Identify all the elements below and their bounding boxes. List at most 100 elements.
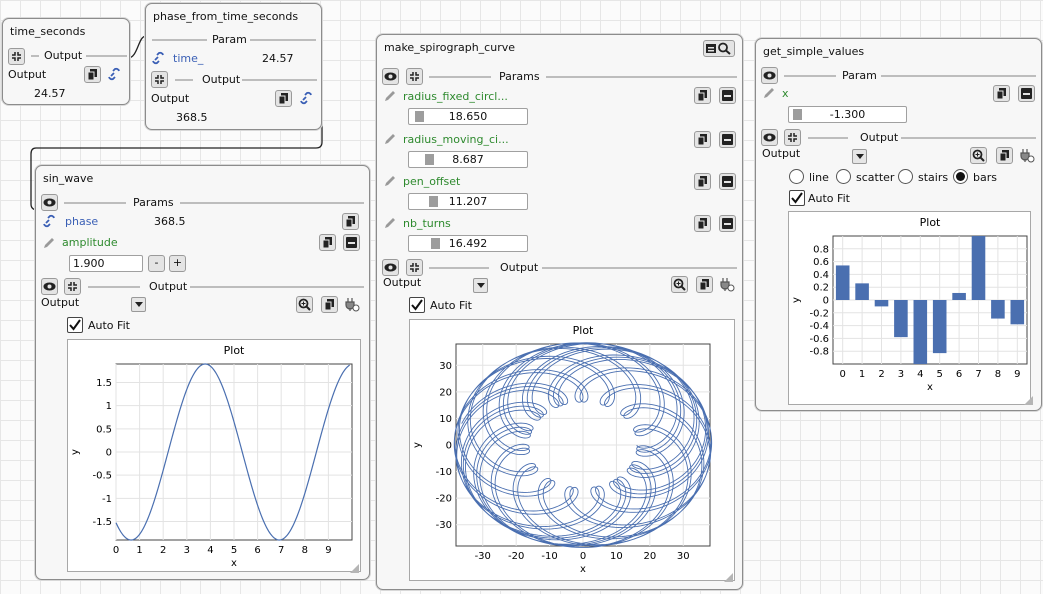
remove-button[interactable] bbox=[343, 234, 360, 251]
param-slider[interactable]: 16.492 bbox=[408, 235, 528, 252]
collapse-button[interactable] bbox=[784, 129, 801, 146]
output-dropdown[interactable] bbox=[131, 297, 146, 312]
eye-icon bbox=[384, 72, 397, 81]
node-phase-from-time-seconds[interactable]: phase_from_time_seconds Param time_ 24.5… bbox=[145, 3, 322, 130]
param-separator: Param bbox=[152, 33, 316, 46]
collapse-button[interactable] bbox=[8, 48, 25, 65]
output-label: Output bbox=[151, 92, 190, 105]
param-slider[interactable]: 11.207 bbox=[408, 193, 528, 210]
plot-area[interactable]: Plot -30 -20 -10 0 10 20 30 30 20 10 0 -10 -20 -30 x y bbox=[409, 319, 735, 581]
eye-button[interactable] bbox=[761, 67, 778, 84]
decrement-button[interactable]: - bbox=[148, 255, 165, 272]
plug-icon[interactable] bbox=[344, 297, 360, 312]
eye-button[interactable] bbox=[382, 259, 399, 276]
plug-icon[interactable] bbox=[1019, 148, 1035, 163]
link-icon[interactable] bbox=[107, 67, 123, 81]
autofit-checkbox[interactable] bbox=[67, 317, 83, 333]
resize-handle[interactable] bbox=[1024, 396, 1033, 405]
remove-button[interactable] bbox=[719, 215, 736, 232]
zoom-button[interactable] bbox=[970, 147, 987, 164]
zoom-button[interactable] bbox=[296, 296, 313, 313]
zoom-icon bbox=[972, 149, 985, 162]
pencil-icon[interactable] bbox=[383, 174, 397, 188]
copy-button[interactable] bbox=[694, 131, 711, 148]
eye-button[interactable] bbox=[41, 194, 58, 211]
remove-button[interactable] bbox=[719, 173, 736, 190]
pencil-icon[interactable] bbox=[42, 236, 56, 250]
param-slider[interactable]: -1.300 bbox=[788, 106, 907, 123]
node-title: get_simple_values bbox=[763, 45, 865, 58]
copy-button[interactable] bbox=[84, 66, 101, 83]
plot-title: Plot bbox=[573, 324, 594, 337]
y-tick-label: 0 bbox=[106, 448, 112, 459]
collapse-button[interactable] bbox=[406, 68, 423, 85]
zoom-button[interactable] bbox=[671, 276, 688, 293]
style-radio-stairs[interactable] bbox=[898, 169, 913, 184]
copy-button[interactable] bbox=[319, 234, 336, 251]
increment-button[interactable]: + bbox=[169, 255, 186, 272]
bar bbox=[971, 236, 986, 300]
node-make-spirograph-curve[interactable]: make_spirograph_curve Params radius_fixe… bbox=[376, 34, 743, 590]
eye-button[interactable] bbox=[382, 68, 399, 85]
plot-area[interactable]: Plot 0 1 2 3 4 5 6 7 8 9 0.8 0.6 0.4 0.2 0 -0.2 -0.4 -0.6-… bbox=[788, 211, 1031, 405]
node-get-simple-values[interactable]: get_simple_values Param x -1.300 Output … bbox=[755, 38, 1042, 411]
x-tick-label: -10 bbox=[541, 551, 557, 562]
copy-button[interactable] bbox=[275, 90, 292, 107]
style-radio-scatter[interactable] bbox=[836, 169, 851, 184]
plot-area[interactable]: Plot 0 1 2 3 4 5 6 7 8 9 1.5 1 0.5 0 -0.5 -1 -1.5 x y bbox=[67, 339, 361, 572]
link-icon[interactable] bbox=[151, 51, 167, 65]
autofit-checkbox[interactable] bbox=[789, 190, 805, 206]
y-tick-label: -0.6 bbox=[809, 334, 829, 345]
output-dropdown[interactable] bbox=[473, 278, 488, 293]
node-sin-wave[interactable]: sin_wave Params phase 368.5 amplitude 1.… bbox=[35, 165, 370, 580]
x-tick-label: 3 bbox=[184, 545, 190, 556]
collapse-button[interactable] bbox=[406, 259, 423, 276]
x-tick-label: -30 bbox=[475, 551, 491, 562]
copy-button[interactable] bbox=[342, 213, 359, 230]
link-icon[interactable] bbox=[299, 91, 315, 105]
pencil-icon[interactable] bbox=[762, 86, 776, 100]
eye-button[interactable] bbox=[761, 129, 778, 146]
copy-icon bbox=[697, 218, 707, 230]
pencil-icon[interactable] bbox=[383, 216, 397, 230]
bar bbox=[835, 265, 850, 300]
style-radio-bars[interactable] bbox=[953, 169, 968, 184]
copy-button[interactable] bbox=[321, 296, 338, 313]
remove-button[interactable] bbox=[1018, 85, 1035, 102]
y-tick-label: 0 bbox=[823, 296, 829, 307]
style-radio-line[interactable] bbox=[789, 169, 804, 184]
resize-handle[interactable] bbox=[724, 573, 733, 582]
amplitude-input[interactable]: 1.900 bbox=[69, 255, 143, 272]
plug-icon[interactable] bbox=[719, 277, 735, 292]
zoom-toggle-button[interactable] bbox=[703, 40, 735, 57]
collapse-button[interactable] bbox=[151, 71, 168, 88]
copy-button[interactable] bbox=[694, 215, 711, 232]
output-dropdown[interactable] bbox=[852, 149, 867, 164]
remove-button[interactable] bbox=[719, 131, 736, 148]
collapse-button[interactable] bbox=[64, 278, 81, 295]
bar-plot[interactable]: Plot0 1 2 3 4 5 6 7 8 90.80.60.40.20-0.2-0.4-0.6-… bbox=[789, 212, 1030, 404]
spirograph-plot[interactable]: Plot -30 -20 -10 0 10 20 30 30 20 10 0 -10 -20 -30 x y bbox=[410, 320, 734, 580]
copy-button[interactable] bbox=[694, 173, 711, 190]
copy-button[interactable] bbox=[996, 147, 1013, 164]
x-tick-label: 10 bbox=[610, 551, 623, 562]
pencil-icon[interactable] bbox=[383, 132, 397, 146]
copy-button[interactable] bbox=[696, 276, 713, 293]
param-slider[interactable]: 8.687 bbox=[408, 151, 528, 168]
node-time-seconds[interactable]: time_seconds Output Output 24.57 bbox=[2, 18, 130, 105]
copy-icon bbox=[324, 299, 334, 311]
copy-button[interactable] bbox=[694, 87, 711, 104]
pencil-icon[interactable] bbox=[383, 89, 397, 103]
remove-button[interactable] bbox=[719, 87, 736, 104]
eye-button[interactable] bbox=[41, 278, 58, 295]
copy-button[interactable] bbox=[993, 85, 1010, 102]
resize-handle[interactable] bbox=[350, 564, 359, 573]
node-title: phase_from_time_seconds bbox=[153, 10, 299, 23]
output-label: Output bbox=[383, 276, 422, 289]
params-separator: Params bbox=[64, 196, 364, 209]
y-tick-label: -30 bbox=[436, 520, 452, 531]
link-icon[interactable] bbox=[42, 214, 58, 228]
param-slider[interactable]: 18.650 bbox=[408, 108, 528, 125]
sin-plot[interactable]: Plot 0 1 2 3 4 5 6 7 8 9 1.5 1 0.5 0 -0.5 -1 -1.5 x y bbox=[68, 340, 360, 571]
autofit-checkbox[interactable] bbox=[409, 297, 425, 313]
